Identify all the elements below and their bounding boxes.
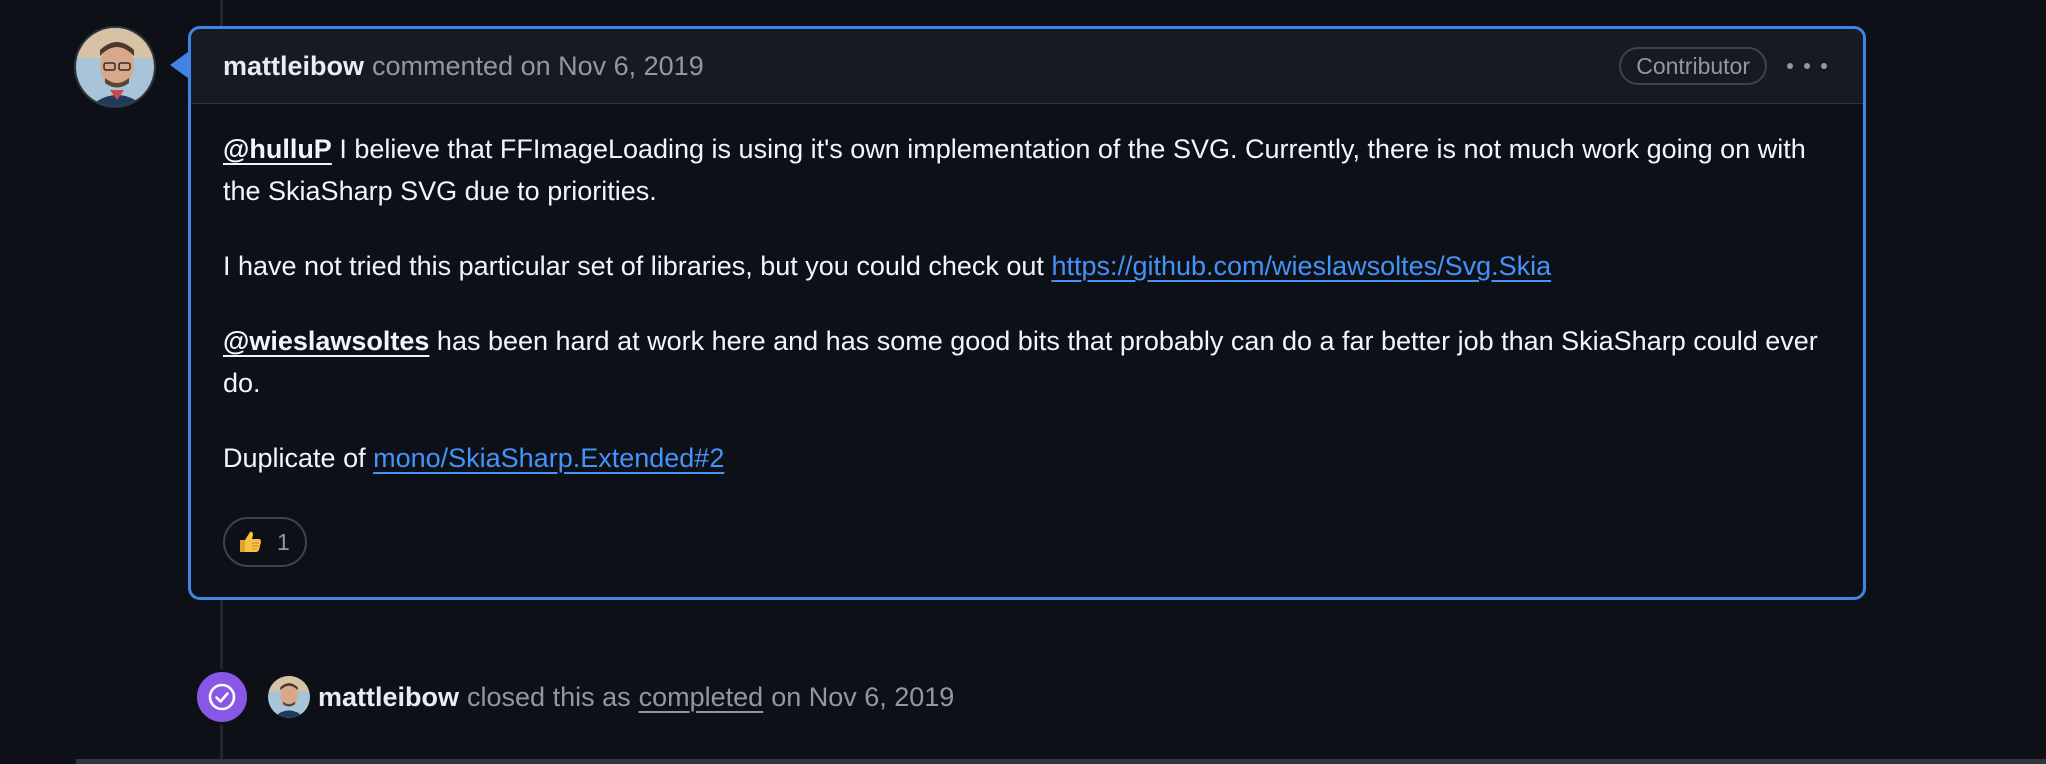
comment-pointer <box>170 52 188 78</box>
completed-link[interactable]: completed <box>639 682 764 713</box>
thumbs-up-icon <box>237 529 263 555</box>
event-avatar[interactable] <box>268 676 310 718</box>
paragraph-4: Duplicate of mono/SkiaSharp.Extended#2 <box>223 437 1823 479</box>
paragraph-3: @wieslawsoltes has been hard at work her… <box>223 320 1823 404</box>
paragraph-2: I have not tried this particular set of … <box>223 245 1823 287</box>
check-circle-icon <box>194 669 250 725</box>
mention-hullup[interactable]: @hulluP <box>223 134 332 164</box>
more-options-icon[interactable] <box>1787 51 1827 81</box>
divider <box>76 759 2046 764</box>
duplicate-link[interactable]: mono/SkiaSharp.Extended#2 <box>373 443 724 473</box>
avatar[interactable] <box>74 26 156 108</box>
comment-box: mattleibow commented on Nov 6, 2019 Cont… <box>188 26 1866 600</box>
event-text: closed this as <box>467 681 631 712</box>
comment-author[interactable]: mattleibow <box>223 51 364 82</box>
event-date[interactable]: on Nov 6, 2019 <box>771 682 954 713</box>
comment-body: @hulluP I believe that FFImageLoading is… <box>223 128 1823 512</box>
paragraph-1: @hulluP I believe that FFImageLoading is… <box>223 128 1823 212</box>
paragraph-3-text: has been hard at work here and has some … <box>223 326 1818 398</box>
mention-wieslawsoltes[interactable]: @wieslawsoltes <box>223 326 429 356</box>
contributor-badge: Contributor <box>1619 47 1767 85</box>
paragraph-4-text: Duplicate of <box>223 443 374 473</box>
paragraph-1-text: I believe that FFImageLoading is using i… <box>223 134 1806 206</box>
svg-skia-link[interactable]: https://github.com/wieslawsoltes/Svg.Ski… <box>1051 251 1551 281</box>
closed-event: mattleibow closed this as completed on N… <box>194 669 954 725</box>
reaction-count: 1 <box>277 528 290 555</box>
thumbs-up-reaction[interactable]: 1 <box>223 517 307 567</box>
event-author[interactable]: mattleibow <box>318 682 459 713</box>
comment-header: mattleibow commented on Nov 6, 2019 Cont… <box>191 29 1863 104</box>
paragraph-2-text: I have not tried this particular set of … <box>223 251 1052 281</box>
comment-timestamp[interactable]: commented on Nov 6, 2019 <box>372 51 704 82</box>
